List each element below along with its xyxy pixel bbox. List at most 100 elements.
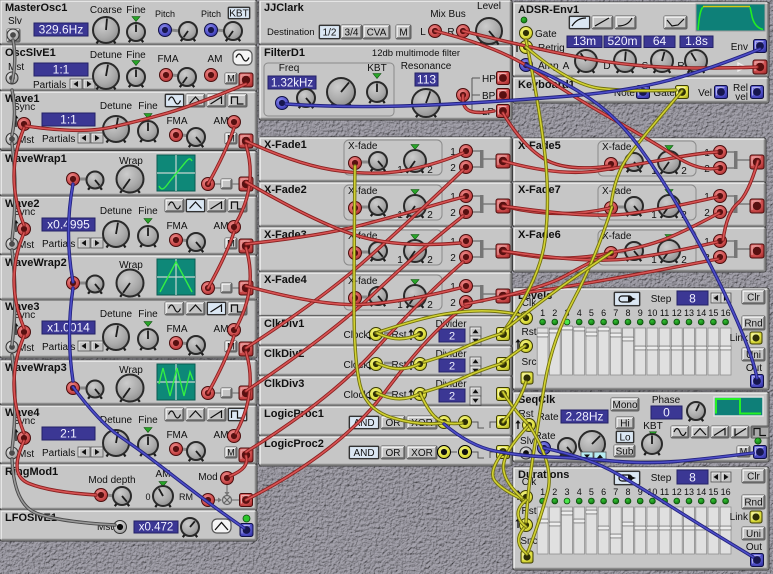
svg-text:AM: AM [214, 430, 229, 441]
svg-text:2: 2 [427, 210, 433, 221]
svg-text:Rst: Rst [522, 327, 537, 338]
svg-text:AND: AND [353, 448, 374, 459]
svg-text:Slv: Slv [8, 16, 22, 27]
svg-text:1:1: 1:1 [60, 113, 77, 127]
svg-text:7: 7 [613, 487, 618, 497]
svg-text:Freq: Freq [279, 63, 300, 74]
svg-text:Sub: Sub [616, 447, 634, 458]
svg-text:Partials: Partials [42, 134, 75, 145]
svg-text:1: 1 [397, 255, 403, 266]
svg-text:Clr: Clr [747, 293, 760, 304]
svg-text:2: 2 [427, 255, 433, 266]
svg-text:Partials: Partials [42, 448, 75, 459]
svg-text:KBT: KBT [643, 421, 662, 432]
svg-text:AM: AM [214, 221, 229, 232]
svg-text:X-Fade6: X-Fade6 [518, 229, 561, 241]
svg-text:AM: AM [208, 54, 223, 65]
svg-text:Mod: Mod [198, 472, 217, 483]
svg-text:2: 2 [450, 163, 456, 174]
svg-text:X-fade: X-fade [348, 141, 378, 152]
svg-text:8: 8 [689, 292, 696, 306]
svg-text:329.6Hz: 329.6Hz [39, 23, 84, 37]
svg-text:Rnd: Rnd [744, 498, 762, 509]
svg-text:X-Fade7: X-Fade7 [518, 184, 561, 196]
svg-text:2: 2 [552, 308, 557, 318]
svg-text:Detune: Detune [100, 206, 133, 217]
svg-text:12: 12 [672, 308, 682, 318]
svg-text:14: 14 [696, 308, 706, 318]
svg-text:Detune: Detune [100, 101, 133, 112]
svg-text:1:1: 1:1 [53, 63, 70, 77]
svg-text:Pitch: Pitch [155, 9, 175, 19]
svg-text:8: 8 [625, 308, 630, 318]
svg-text:Uni: Uni [746, 529, 761, 540]
svg-text:11: 11 [660, 308, 669, 318]
svg-text:X-fade: X-fade [348, 186, 378, 197]
svg-text:0: 0 [663, 406, 670, 420]
svg-text:RM: RM [179, 492, 193, 502]
svg-text:13: 13 [684, 308, 694, 318]
svg-text:Partials: Partials [33, 80, 66, 91]
svg-text:LogicProc2: LogicProc2 [264, 438, 324, 450]
svg-text:Fine: Fine [138, 309, 158, 320]
svg-text:113: 113 [417, 73, 436, 87]
svg-text:ADSR-Env1: ADSR-Env1 [518, 4, 579, 16]
svg-text:Env: Env [731, 42, 748, 53]
svg-text:5: 5 [589, 308, 594, 318]
svg-text:KBT: KBT [367, 63, 386, 74]
svg-text:AM: AM [214, 324, 229, 335]
svg-text:ClkDiv3: ClkDiv3 [264, 378, 304, 390]
svg-text:FilterD1: FilterD1 [264, 47, 305, 59]
svg-text:Detune: Detune [100, 309, 133, 320]
svg-text:8: 8 [625, 487, 630, 497]
svg-text:Link: Link [730, 512, 749, 523]
svg-text:2: 2 [681, 166, 687, 177]
svg-text:MasterOsc1: MasterOsc1 [5, 2, 67, 14]
svg-text:9: 9 [638, 308, 643, 318]
svg-text:HP: HP [482, 74, 496, 85]
svg-text:520m: 520m [607, 34, 637, 48]
svg-text:2: 2 [450, 253, 456, 264]
svg-text:X-Fade4: X-Fade4 [264, 274, 308, 286]
svg-text:Level: Level [477, 1, 501, 12]
svg-text:XOR: XOR [411, 448, 433, 459]
svg-text:Mix Bus: Mix Bus [430, 9, 466, 20]
svg-text:2: 2 [449, 391, 455, 403]
svg-text:11: 11 [660, 487, 669, 497]
svg-text:8: 8 [689, 471, 696, 485]
svg-text:1.8s: 1.8s [685, 34, 708, 48]
svg-text:Fine: Fine [126, 50, 146, 61]
svg-text:KBT: KBT [229, 9, 248, 20]
svg-text:SeqClk: SeqClk [518, 394, 556, 406]
svg-text:2: 2 [449, 331, 455, 343]
svg-text:Resonance: Resonance [401, 61, 452, 72]
svg-text:7: 7 [613, 308, 618, 318]
svg-text:2: 2 [427, 300, 433, 311]
svg-text:Out: Out [746, 542, 762, 553]
svg-text:3: 3 [564, 487, 569, 497]
svg-text:Step: Step [651, 473, 672, 484]
svg-text:M: M [399, 28, 407, 39]
svg-text:Detune: Detune [90, 50, 123, 61]
svg-text:1: 1 [540, 487, 545, 497]
svg-text:FMA: FMA [166, 221, 187, 232]
svg-text:14: 14 [696, 487, 706, 497]
svg-text:Fine: Fine [126, 5, 146, 16]
svg-text:Phase: Phase [652, 395, 681, 406]
svg-text:OR: OR [386, 448, 401, 459]
svg-text:15: 15 [708, 487, 718, 497]
svg-text:1: 1 [540, 308, 545, 318]
svg-text:1/2: 1/2 [323, 28, 337, 39]
svg-text:A: A [563, 61, 570, 72]
svg-text:Rnd: Rnd [744, 319, 762, 330]
svg-text:CVA: CVA [367, 28, 387, 39]
svg-text:6: 6 [601, 487, 606, 497]
svg-text:Src: Src [522, 357, 537, 368]
svg-text:FMA: FMA [166, 430, 187, 441]
svg-text:X-fade: X-fade [602, 186, 632, 197]
svg-text:6: 6 [601, 308, 606, 318]
svg-text:16: 16 [721, 487, 731, 497]
svg-text:FMA: FMA [166, 324, 187, 335]
svg-text:x0.472: x0.472 [139, 522, 174, 534]
svg-text:12db multimode filter: 12db multimode filter [372, 48, 460, 59]
